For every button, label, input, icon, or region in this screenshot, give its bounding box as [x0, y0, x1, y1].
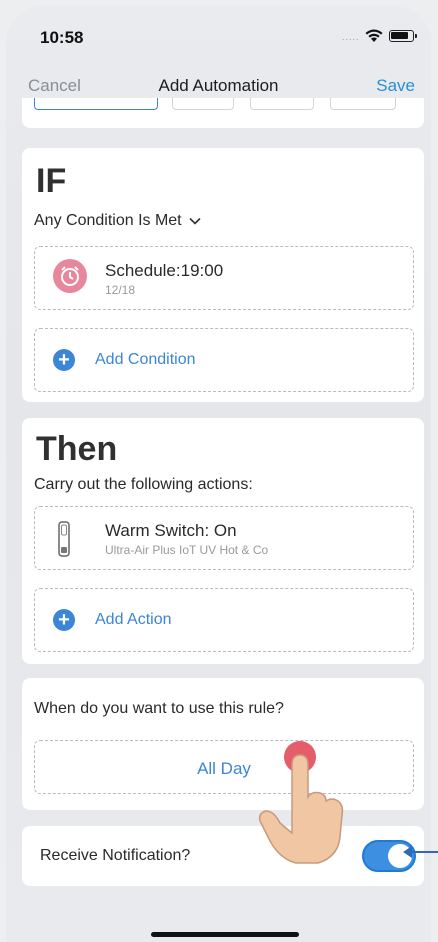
previous-card-edge: [22, 98, 424, 128]
if-title: IF: [36, 162, 67, 200]
action-device: Ultra-Air Plus IoT UV Hot & Co: [105, 543, 269, 557]
tab-edge: [172, 98, 234, 110]
add-condition-label: Add Condition: [95, 351, 196, 368]
condition-item[interactable]: Schedule:19:00 12/18: [34, 246, 414, 310]
plus-icon: +: [53, 609, 75, 631]
condition-title: Schedule:19:00: [105, 261, 224, 280]
signal-icon: .....: [342, 32, 360, 42]
chevron-down-icon: [189, 217, 201, 225]
tab-edge: [330, 98, 396, 110]
tab-edge: [34, 98, 158, 110]
save-button[interactable]: Save: [376, 76, 415, 96]
then-subtitle: Carry out the following actions:: [34, 476, 253, 493]
add-condition-button[interactable]: + Add Condition: [34, 328, 414, 392]
when-question: When do you want to use this rule?: [34, 700, 284, 717]
home-indicator: [151, 932, 299, 937]
pointing-hand-icon: [258, 741, 344, 864]
add-action-button[interactable]: + Add Action: [34, 588, 414, 652]
page-title: Add Automation: [158, 76, 279, 95]
when-card: When do you want to use this rule? All D…: [22, 678, 424, 810]
annotation-arrow-icon: [403, 846, 412, 858]
action-title: Warm Switch: On: [105, 521, 237, 540]
status-time: 10:58: [40, 28, 84, 47]
time-range-selector[interactable]: All Day: [34, 740, 414, 794]
wifi-icon: [365, 29, 383, 42]
time-range-value: All Day: [197, 759, 251, 778]
phone-screen: 10:58 ..... Cancel Add Automation Save I…: [6, 6, 431, 942]
condition-mode-label: Any Condition Is Met: [34, 212, 182, 229]
action-item[interactable]: Warm Switch: On Ultra-Air Plus IoT UV Ho…: [34, 506, 414, 570]
device-icon: [58, 521, 70, 557]
then-title: Then: [36, 430, 118, 468]
add-action-label: Add Action: [95, 611, 172, 628]
condition-mode-dropdown[interactable]: Any Condition Is Met: [34, 212, 201, 230]
notification-label: Receive Notification?: [40, 847, 191, 864]
if-card: IF Any Condition Is Met Schedule:19:00 1…: [22, 148, 424, 402]
tab-edge: [250, 98, 314, 110]
then-card: Then Carry out the following actions: Wa…: [22, 418, 424, 664]
battery-icon: [389, 30, 417, 42]
condition-date: 12/18: [105, 283, 136, 297]
plus-icon: +: [53, 349, 75, 371]
notification-card: Receive Notification?: [22, 826, 424, 886]
alarm-clock-icon: [53, 259, 87, 293]
status-bar: 10:58 .....: [6, 6, 431, 56]
